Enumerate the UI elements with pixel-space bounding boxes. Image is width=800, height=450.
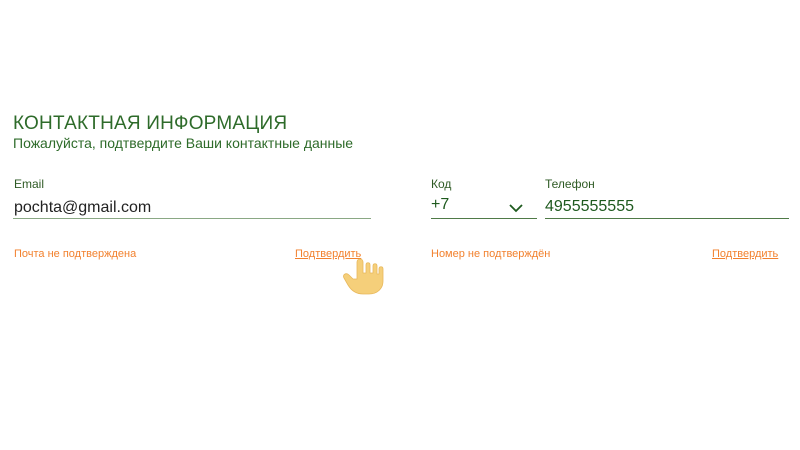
pointer-hand-icon: [340, 256, 388, 303]
phone-underline: [545, 218, 789, 219]
section-title: КОНТАКТНАЯ ИНФОРМАЦИЯ: [13, 113, 288, 134]
phone-label: Телефон: [545, 177, 595, 191]
code-underline: [431, 218, 537, 219]
country-code-select[interactable]: +7: [431, 196, 537, 218]
chevron-down-icon: [509, 200, 523, 218]
confirm-phone-link[interactable]: Подтвердить: [712, 248, 778, 260]
phone-status: Номер не подтверждён: [431, 248, 551, 260]
phone-input[interactable]: [545, 196, 788, 217]
code-label: Код: [431, 177, 452, 191]
section-subtitle: Пожалуйста, подтвердите Ваши контактные …: [13, 135, 354, 151]
country-code-value: +7: [431, 196, 450, 213]
email-underline: [13, 218, 371, 219]
email-input[interactable]: [14, 198, 370, 218]
email-label: Email: [14, 177, 45, 191]
email-status: Почта не подтверждена: [14, 248, 137, 260]
